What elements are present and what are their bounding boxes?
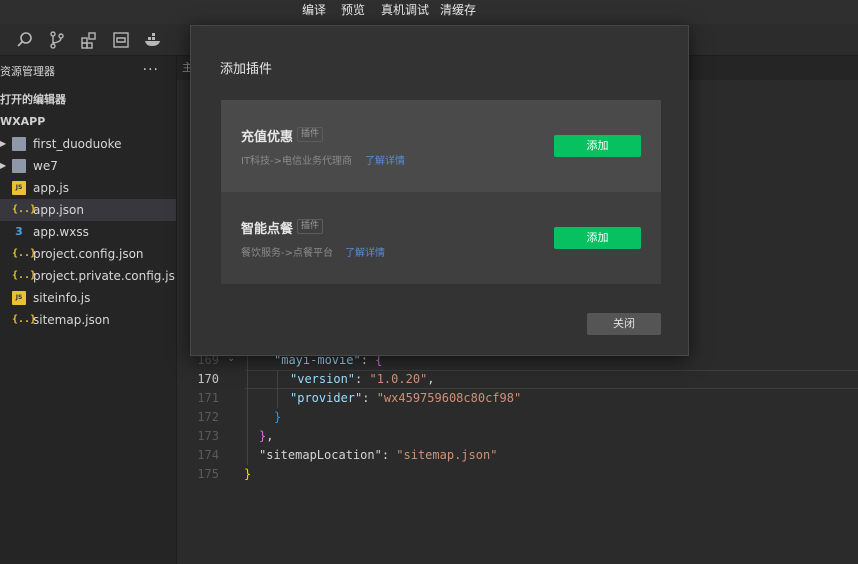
more-actions-icon[interactable]: ··· <box>143 60 159 80</box>
tree-item-label: project.config.json <box>33 247 144 261</box>
tree-item-label: project.private.config.js... <box>33 269 176 283</box>
plugin-name: 智能点餐 <box>241 222 294 237</box>
project-section[interactable]: WXAPP <box>0 112 45 132</box>
json-string: "1.0.20" <box>369 372 428 386</box>
add-plugin-button[interactable]: 添加 <box>554 135 641 157</box>
line-number: 175 <box>197 467 219 481</box>
tree-item-label: app.js <box>33 181 69 195</box>
json-key: "version" <box>290 372 356 386</box>
tree-item-label: siteinfo.js <box>33 291 91 305</box>
explorer-title: 资源管理器 <box>0 65 55 78</box>
chevron-right-icon: ▶ <box>0 139 7 148</box>
tree-item-sitemap-json[interactable]: {..} sitemap.json <box>0 309 176 331</box>
js-file-icon: JS <box>12 291 26 305</box>
open-editors-section[interactable]: 打开的编辑器 <box>0 90 66 110</box>
code-line-172: } <box>274 408 281 427</box>
brace: } <box>274 410 282 424</box>
colon: : <box>355 372 370 386</box>
json-key: "sitemapLocation" <box>259 448 382 462</box>
chevron-right-icon: ▶ <box>0 161 7 170</box>
debug-icon[interactable] <box>111 30 131 50</box>
tree-item-label: first_duoduoke <box>33 137 122 151</box>
plugin-tag: 插件 <box>297 127 324 142</box>
add-plugin-button[interactable]: 添加 <box>554 227 641 249</box>
comma: , <box>266 429 274 443</box>
css-file-icon: 3 <box>15 225 23 238</box>
comma: , <box>427 372 435 386</box>
learn-more-link[interactable]: 了解详情 <box>365 152 405 167</box>
folder-icon <box>12 159 26 173</box>
indent-guide <box>277 370 278 408</box>
brace: } <box>244 467 252 481</box>
tree-item-label: sitemap.json <box>33 313 110 327</box>
code-line-175: } <box>244 465 251 484</box>
code-line-174: "sitemapLocation": "sitemap.json" <box>259 446 497 465</box>
extensions-icon[interactable] <box>79 30 99 50</box>
docker-icon[interactable] <box>143 30 163 50</box>
menu-bar: 编译 预览 真机调试 清缓存 <box>0 0 858 24</box>
menu-clear-cache[interactable]: 清缓存 <box>440 0 476 22</box>
json-string: "sitemap.json" <box>396 448 498 462</box>
explorer-header: 资源管理器 ··· <box>0 62 177 82</box>
tree-item-app-json[interactable]: {..} app.json <box>0 199 176 221</box>
tree-item-label: we7 <box>33 159 58 173</box>
add-plugin-dialog: 添加插件 充值优惠 插件 IT科技->电信业务代理商 了解详情 添加 智能点餐 … <box>190 25 689 356</box>
plugin-category: 餐饮服务->点餐平台 <box>241 248 333 259</box>
line-number: 171 <box>197 391 219 405</box>
tree-item-project-private-config[interactable]: {..} project.private.config.js... <box>0 265 176 287</box>
json-file-icon: {..} <box>12 314 37 325</box>
tree-item-label: app.wxss <box>33 225 89 239</box>
colon: : <box>381 448 397 462</box>
learn-more-link[interactable]: 了解详情 <box>345 244 385 259</box>
js-file-icon: JS <box>12 181 26 195</box>
menu-compile[interactable]: 编译 <box>302 0 326 22</box>
tree-item-siteinfo-js[interactable]: JS siteinfo.js <box>0 287 176 309</box>
json-key: "provider" <box>290 391 363 405</box>
plugin-card-smart-order: 智能点餐 插件 餐饮服务->点餐平台 了解详情 添加 <box>221 192 661 284</box>
dialog-title: 添加插件 <box>220 62 273 77</box>
search-icon[interactable] <box>15 30 35 50</box>
line-number-active: 170 <box>197 372 219 386</box>
close-button[interactable]: 关闭 <box>587 313 661 335</box>
colon: : <box>362 391 377 405</box>
tree-item-project-config[interactable]: {..} project.config.json <box>0 243 176 265</box>
menu-device-debug[interactable]: 真机调试 <box>381 0 429 22</box>
plugin-tag: 插件 <box>297 219 324 234</box>
menu-preview[interactable]: 预览 <box>341 0 365 22</box>
explorer-sidebar: 资源管理器 ··· 打开的编辑器 WXAPP ▶ first_duoduoke … <box>0 56 177 564</box>
plugin-name: 充值优惠 <box>241 130 294 145</box>
indent-guide <box>247 351 248 465</box>
plugin-card-recharge: 充值优惠 插件 IT科技->电信业务代理商 了解详情 添加 <box>221 100 661 192</box>
line-number: 174 <box>197 448 219 462</box>
code-line-173: }, <box>259 427 273 446</box>
tree-item-label: app.json <box>33 203 84 217</box>
tree-item-app-wxss[interactable]: 3 app.wxss <box>0 221 176 243</box>
json-string: "wx459759608c80cf98" <box>376 391 522 405</box>
code-line-170: "version": "1.0.20", <box>290 370 435 389</box>
json-file-icon: {..} <box>12 248 37 259</box>
json-file-icon: {..} <box>12 270 37 281</box>
source-control-icon[interactable] <box>47 30 67 50</box>
tree-item-first-duoduoke[interactable]: ▶ first_duoduoke <box>0 133 176 155</box>
folder-icon <box>12 137 26 151</box>
line-number: 173 <box>197 429 219 443</box>
tree-item-we7[interactable]: ▶ we7 <box>0 155 176 177</box>
code-line-171: "provider": "wx459759608c80cf98" <box>290 389 521 408</box>
json-file-icon: {..} <box>12 204 37 215</box>
tree-item-app-js[interactable]: JS app.js <box>0 177 176 199</box>
line-number: 172 <box>197 410 219 424</box>
plugin-category: IT科技->电信业务代理商 <box>241 156 353 167</box>
